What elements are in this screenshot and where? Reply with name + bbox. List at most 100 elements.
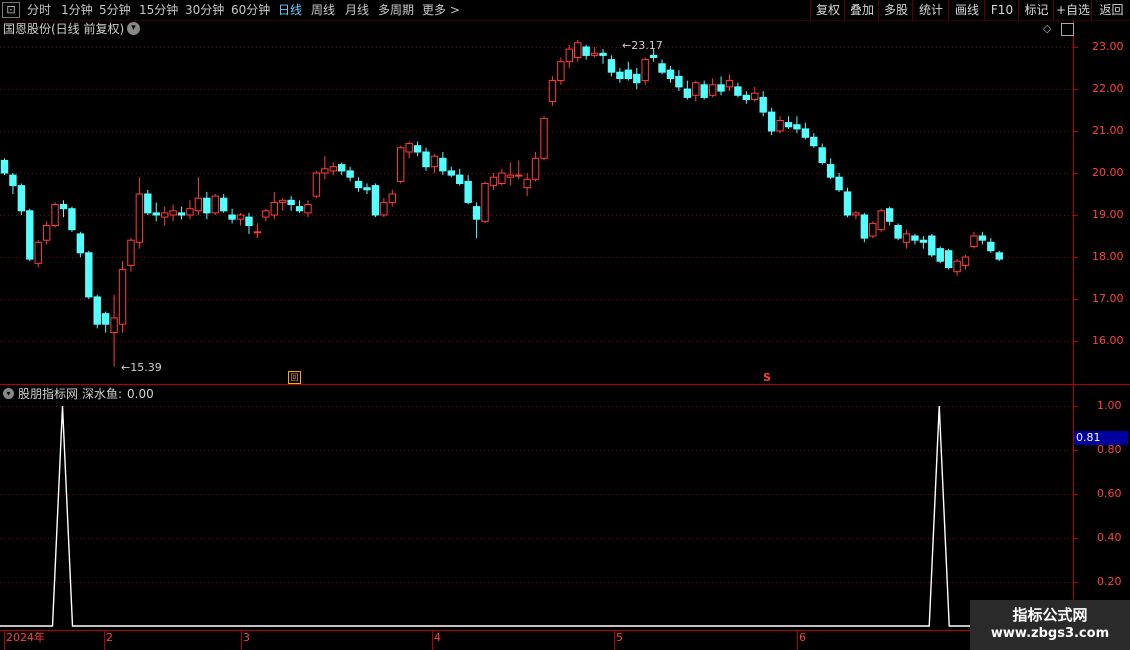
candle xyxy=(9,173,17,194)
high-marker: ←23.17 xyxy=(622,39,663,53)
candle-body xyxy=(649,54,658,59)
candle-body xyxy=(68,208,76,231)
candle-body xyxy=(843,191,852,216)
candle xyxy=(85,250,93,299)
diamond-icon[interactable]: ◇ xyxy=(1043,22,1051,36)
candle-body xyxy=(34,241,42,264)
candle xyxy=(0,158,9,176)
candle-body xyxy=(565,48,574,63)
candle xyxy=(26,208,34,262)
candle-body xyxy=(692,82,700,96)
chevron-down-icon[interactable]: ▾ xyxy=(127,22,140,35)
candle-body xyxy=(236,214,245,220)
candle-body xyxy=(439,157,447,172)
candle xyxy=(826,158,835,180)
candle-body xyxy=(784,122,793,128)
candle xyxy=(371,183,380,218)
candle xyxy=(152,202,160,222)
candle xyxy=(565,44,574,68)
candle-body xyxy=(978,235,987,241)
event-marker-icon[interactable]: 回 xyxy=(288,371,301,384)
candle xyxy=(692,80,700,102)
candle xyxy=(481,181,489,224)
candle xyxy=(776,116,784,134)
indicator-panel-title: 股朋指标网 xyxy=(18,387,79,401)
candle xyxy=(118,261,127,333)
candle xyxy=(278,198,287,211)
candle xyxy=(76,231,85,257)
candle xyxy=(160,206,169,226)
candle xyxy=(439,152,447,176)
candle-body xyxy=(548,80,557,103)
candle xyxy=(641,57,649,85)
grid-layer xyxy=(0,20,1130,650)
candle-body xyxy=(860,214,869,239)
candle-body xyxy=(523,178,531,189)
candle-body xyxy=(9,174,17,187)
candle-body xyxy=(262,210,270,218)
candle-body xyxy=(793,124,801,130)
candlestick-series xyxy=(0,39,1003,367)
candle xyxy=(658,59,666,75)
time-label: 2 xyxy=(106,631,113,644)
candle xyxy=(413,141,422,157)
candle-body xyxy=(211,195,219,214)
candle xyxy=(110,294,118,367)
candle xyxy=(287,196,295,211)
candle-body xyxy=(624,69,633,79)
chart-canvas[interactable] xyxy=(0,0,1130,650)
candle-body xyxy=(304,204,312,214)
candle-body xyxy=(397,147,405,182)
price-label: 19.00 xyxy=(1092,208,1124,221)
candle xyxy=(961,254,970,270)
candle xyxy=(304,200,312,218)
candle-body xyxy=(607,59,616,73)
candle xyxy=(253,223,262,239)
indicator-label: 1.00 xyxy=(1097,399,1122,412)
candle-body xyxy=(93,296,101,325)
candle xyxy=(186,200,194,220)
candle-body xyxy=(354,180,363,189)
candle-body xyxy=(245,216,253,227)
candle xyxy=(506,162,515,186)
sell-signal-marker[interactable]: S xyxy=(763,371,771,385)
candle xyxy=(489,173,498,190)
candle-body xyxy=(970,235,978,247)
price-label: 23.00 xyxy=(1092,40,1124,53)
candle xyxy=(51,202,59,228)
panel-toggle-icon[interactable] xyxy=(1061,23,1074,36)
candle xyxy=(262,208,270,222)
candle-body xyxy=(734,86,742,96)
candle xyxy=(835,173,843,192)
candle xyxy=(472,202,481,239)
price-label: 17.00 xyxy=(1092,292,1124,305)
candle xyxy=(936,246,944,264)
candle-body xyxy=(253,231,262,234)
candle-body xyxy=(152,212,160,216)
chevron-down-icon[interactable]: ▾ xyxy=(3,388,14,399)
candle-body xyxy=(633,73,641,84)
candle xyxy=(397,145,405,184)
time-label: 4 xyxy=(434,631,441,644)
candle-body xyxy=(919,239,928,243)
candle-body xyxy=(489,176,498,187)
candle xyxy=(531,152,540,182)
candle xyxy=(354,177,363,192)
candle-body xyxy=(177,212,186,216)
candle-body xyxy=(26,210,34,260)
candle-body xyxy=(312,172,321,197)
candle-body xyxy=(877,210,885,231)
candle-body xyxy=(160,212,169,218)
indicator-label: 0.80 xyxy=(1097,443,1122,456)
candle xyxy=(380,198,388,218)
candle xyxy=(919,236,928,249)
indicator-value: 0.00 xyxy=(127,387,154,401)
candle-body xyxy=(228,214,236,220)
indicator-label: 0.40 xyxy=(1097,531,1122,544)
candle-body xyxy=(169,210,177,216)
candle xyxy=(228,208,236,224)
candle xyxy=(928,233,936,257)
candle xyxy=(708,78,717,98)
candle-body xyxy=(0,159,9,174)
candle xyxy=(734,82,742,98)
